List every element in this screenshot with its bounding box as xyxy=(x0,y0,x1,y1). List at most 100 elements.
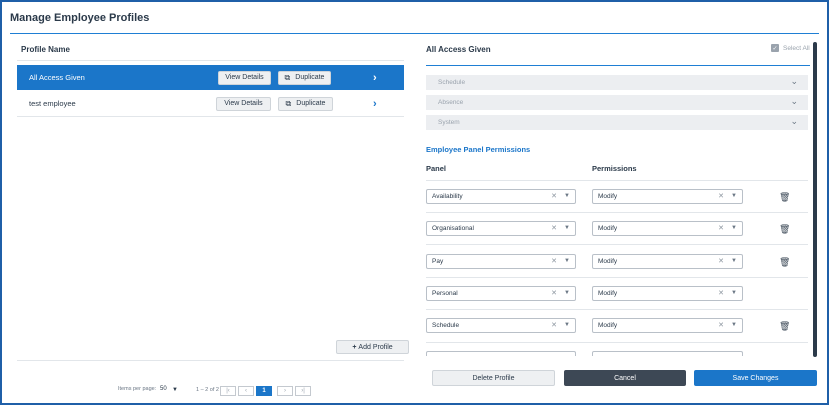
trash-icon[interactable]: 🗑 xyxy=(779,192,790,203)
accordion-label: Absence xyxy=(438,99,464,106)
caret-down-icon[interactable]: ▼ xyxy=(731,322,737,328)
copy-icon: ⧉ xyxy=(285,98,292,108)
add-profile-label: Add Profile xyxy=(358,343,393,351)
trash-icon[interactable]: 🗑 xyxy=(779,224,790,235)
view-details-button[interactable]: View Details xyxy=(216,96,271,111)
page-title: Manage Employee Profiles xyxy=(10,12,150,24)
first-page-button[interactable]: |‹ xyxy=(220,386,236,396)
caret-down-icon[interactable]: ▼ xyxy=(564,258,570,264)
duplicate-button[interactable]: ⧉ Duplicate xyxy=(278,96,333,111)
row-divider xyxy=(426,342,808,343)
panel-select-value: Availability xyxy=(432,193,463,200)
chevron-down-icon: ⌄ xyxy=(790,116,798,126)
clear-icon[interactable]: ✕ xyxy=(718,224,724,232)
header-divider xyxy=(17,60,404,61)
clear-icon[interactable]: ✕ xyxy=(551,192,557,200)
last-page-button[interactable]: ›| xyxy=(295,386,311,396)
copy-icon: ⧉ xyxy=(284,72,291,82)
items-per-page-select[interactable]: 50 xyxy=(160,386,167,392)
employee-panel-permissions-title: Employee Panel Permissions xyxy=(426,145,531,154)
add-profile-button[interactable]: + Add Profile xyxy=(336,340,409,354)
permission-select-value: Modify xyxy=(598,193,618,200)
clear-icon[interactable]: ✕ xyxy=(551,257,557,265)
plus-icon: + xyxy=(352,343,357,351)
duplicate-label: Duplicate xyxy=(296,100,326,107)
caret-down-icon[interactable]: ▼ xyxy=(564,193,570,199)
caret-down-icon[interactable]: ▼ xyxy=(564,322,570,328)
profile-row-test-employee[interactable]: test employee View Details ⧉ Duplicate › xyxy=(17,91,404,116)
footer-divider xyxy=(17,360,404,361)
panel-select-value: Personal xyxy=(432,290,458,297)
permission-select[interactable]: Modify ✕ ▼ xyxy=(592,286,743,301)
panel-select-value: Schedule xyxy=(432,322,460,329)
clear-icon[interactable]: ✕ xyxy=(551,224,557,232)
checkbox-icon: ✓ xyxy=(771,44,779,52)
duplicate-button[interactable]: ⧉ Duplicate xyxy=(278,70,331,85)
permission-select[interactable]: Modify ✕ ▼ xyxy=(592,189,743,204)
chevron-down-icon: ⌄ xyxy=(790,96,798,106)
permission-select-partial[interactable] xyxy=(592,351,743,356)
profile-name: test employee xyxy=(29,99,76,108)
chevron-right-icon[interactable]: › xyxy=(373,98,377,110)
permission-select[interactable]: Modify ✕ ▼ xyxy=(592,254,743,269)
scrollbar[interactable] xyxy=(813,42,817,357)
pagination-range: 1 – 2 of 2 xyxy=(196,387,219,393)
permission-select[interactable]: Modify ✕ ▼ xyxy=(592,318,743,333)
panel-select[interactable]: Availability ✕ ▼ xyxy=(426,189,576,204)
row-divider xyxy=(426,212,808,213)
table-header-divider xyxy=(426,180,808,181)
clear-icon[interactable]: ✕ xyxy=(551,321,557,329)
row-divider xyxy=(17,116,404,117)
profile-name-header: Profile Name xyxy=(21,45,70,54)
panel-select-value: Pay xyxy=(432,258,444,265)
accordion-system[interactable]: System ⌄ xyxy=(426,115,808,130)
caret-down-icon[interactable]: ▼ xyxy=(731,290,737,296)
row-divider xyxy=(426,244,808,245)
permission-select-value: Modify xyxy=(598,258,618,265)
clear-icon[interactable]: ✕ xyxy=(718,289,724,297)
chevron-right-icon[interactable]: › xyxy=(373,72,377,84)
accordion-absence[interactable]: Absence ⌄ xyxy=(426,95,808,110)
save-changes-button[interactable]: Save Changes xyxy=(694,370,817,386)
select-all-label: Select All xyxy=(783,44,810,52)
permission-select[interactable]: Modify ✕ ▼ xyxy=(592,221,743,236)
view-details-button[interactable]: View Details xyxy=(218,70,271,85)
trash-icon[interactable]: 🗑 xyxy=(779,257,790,268)
panel-select[interactable]: Organisational ✕ ▼ xyxy=(426,221,576,236)
delete-profile-button[interactable]: Delete Profile xyxy=(432,370,555,386)
caret-down-icon[interactable]: ▼ xyxy=(564,290,570,296)
next-page-button[interactable]: › xyxy=(277,386,293,396)
clear-icon[interactable]: ✕ xyxy=(718,192,724,200)
panel-select-value: Organisational xyxy=(432,225,474,232)
permission-select-value: Modify xyxy=(598,290,618,297)
profile-row-all-access[interactable]: All Access Given View Details ⧉ Duplicat… xyxy=(17,65,404,90)
selected-profile-header: All Access Given xyxy=(426,45,491,54)
panel-select[interactable]: Pay ✕ ▼ xyxy=(426,254,576,269)
panel-column-header: Panel xyxy=(426,164,447,173)
permission-select-value: Modify xyxy=(598,225,618,232)
row-divider xyxy=(426,309,808,310)
permission-select-value: Modify xyxy=(598,322,618,329)
caret-down-icon[interactable]: ▼ xyxy=(564,225,570,231)
caret-down-icon[interactable]: ▼ xyxy=(731,258,737,264)
caret-down-icon[interactable]: ▼ xyxy=(731,225,737,231)
panel-select[interactable]: Schedule ✕ ▼ xyxy=(426,318,576,333)
permissions-column-header: Permissions xyxy=(592,164,637,173)
chevron-down-icon: ⌄ xyxy=(790,76,798,86)
title-divider xyxy=(10,33,819,34)
profile-name: All Access Given xyxy=(29,73,85,82)
panel-select[interactable]: Personal ✕ ▼ xyxy=(426,286,576,301)
clear-icon[interactable]: ✕ xyxy=(551,289,557,297)
accordion-label: Schedule xyxy=(438,79,466,86)
select-all-checkbox[interactable]: ✓ Select All xyxy=(771,44,810,52)
page-button-current[interactable]: 1 xyxy=(256,386,272,396)
caret-down-icon[interactable]: ▼ xyxy=(731,193,737,199)
clear-icon[interactable]: ✕ xyxy=(718,321,724,329)
cancel-button[interactable]: Cancel xyxy=(564,370,686,386)
prev-page-button[interactable]: ‹ xyxy=(238,386,254,396)
panel-select-partial[interactable] xyxy=(426,351,576,356)
accordion-schedule[interactable]: Schedule ⌄ xyxy=(426,75,808,90)
trash-icon[interactable]: 🗑 xyxy=(779,321,790,332)
clear-icon[interactable]: ✕ xyxy=(718,257,724,265)
caret-down-icon[interactable]: ▼ xyxy=(172,387,178,393)
